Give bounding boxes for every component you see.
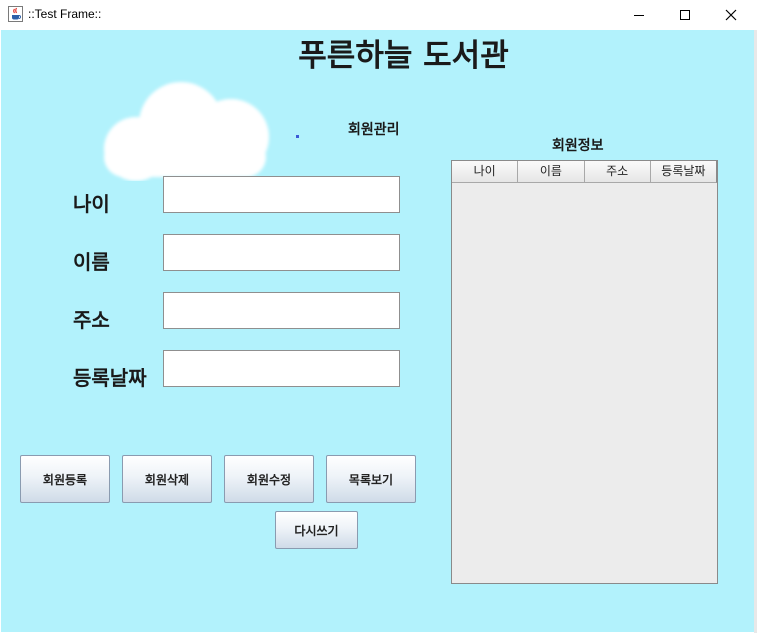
age-label: 나이 [73, 192, 110, 216]
column-header-age[interactable]: 나이 [452, 161, 519, 183]
address-label: 주소 [73, 308, 110, 332]
window-title: ::Test Frame:: [28, 7, 102, 21]
page-title: 푸른하늘 도서관 [298, 38, 509, 74]
reg-date-field[interactable] [163, 350, 400, 387]
name-field[interactable] [163, 234, 400, 271]
name-label: 이름 [73, 250, 110, 274]
minimize-button[interactable] [616, 0, 662, 30]
close-button[interactable] [708, 0, 754, 30]
column-header-reg-date[interactable]: 등록날짜 [650, 161, 717, 183]
table-caption: 회원정보 [552, 138, 604, 154]
register-button[interactable]: 회원등록 [20, 455, 110, 503]
edit-button[interactable]: 회원수정 [224, 455, 314, 503]
marker-dot [296, 135, 299, 138]
maximize-icon [680, 10, 690, 20]
maximize-button[interactable] [662, 0, 708, 30]
close-icon [725, 9, 737, 21]
column-header-name[interactable]: 이름 [518, 161, 585, 183]
column-header-address[interactable]: 주소 [584, 161, 651, 183]
table-header: 나이 이름 주소 등록날짜 [452, 161, 717, 183]
list-button[interactable]: 목록보기 [326, 455, 416, 503]
cloud-image [104, 82, 269, 181]
minimize-icon [634, 15, 644, 16]
reg-date-label: 등록날짜 [73, 366, 147, 390]
java-coffee-icon[interactable] [8, 6, 23, 22]
title-bar: ::Test Frame:: [0, 0, 757, 30]
member-table[interactable]: 나이 이름 주소 등록날짜 [451, 160, 718, 584]
delete-button[interactable]: 회원삭제 [122, 455, 212, 503]
age-field[interactable] [163, 176, 400, 213]
address-field[interactable] [163, 292, 400, 329]
form-section-label: 회원관리 [348, 122, 400, 138]
rewrite-button[interactable]: 다시쓰기 [275, 511, 358, 549]
